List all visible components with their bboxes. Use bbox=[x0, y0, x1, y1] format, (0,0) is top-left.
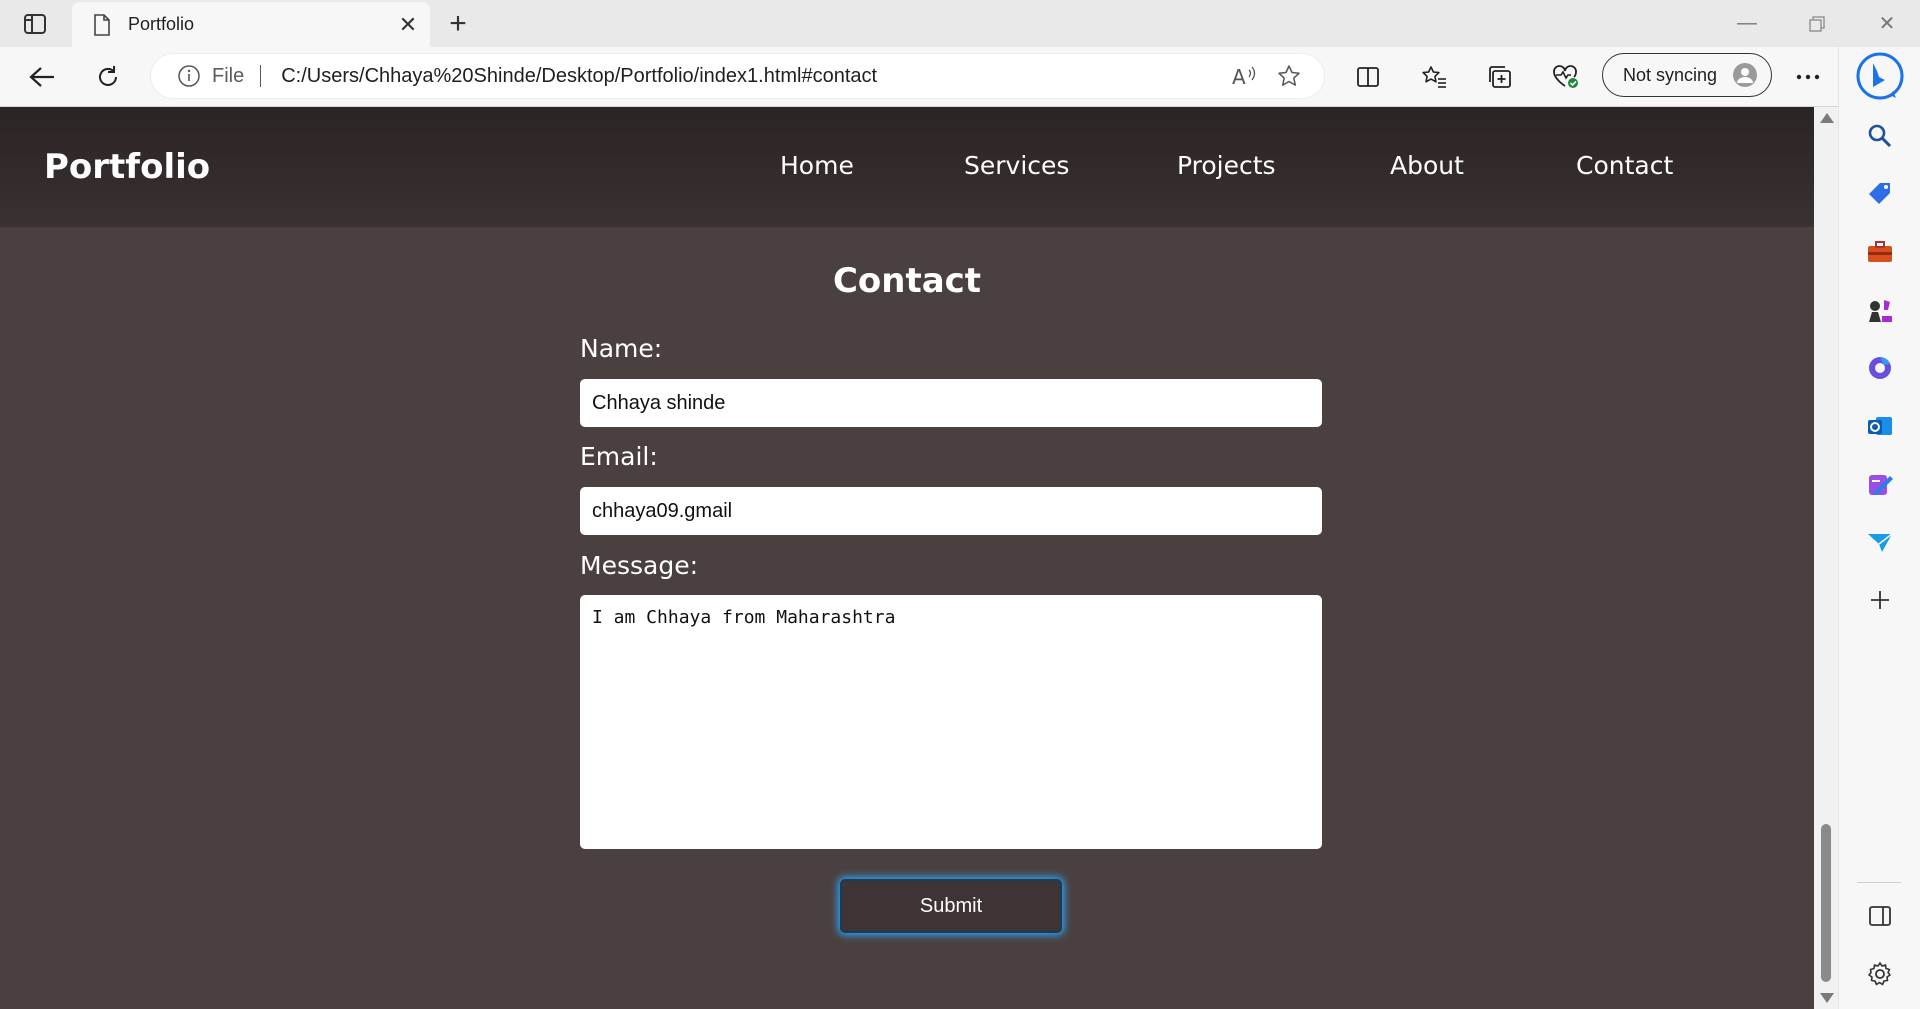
add-icon[interactable] bbox=[1861, 581, 1899, 619]
name-input[interactable]: Chhaya shinde bbox=[580, 379, 1322, 427]
tab-actions-icon[interactable] bbox=[14, 8, 56, 40]
tab-title: Portfolio bbox=[128, 14, 195, 34]
close-icon[interactable]: ✕ bbox=[392, 9, 424, 41]
submit-button[interactable]: Submit bbox=[840, 879, 1062, 933]
contact-heading: Contact bbox=[832, 261, 982, 301]
new-tab-icon[interactable]: + bbox=[440, 7, 476, 40]
site-logo[interactable]: Portfolio bbox=[44, 147, 210, 187]
edge-sidebar bbox=[1838, 47, 1920, 1009]
info-icon[interactable] bbox=[176, 63, 202, 89]
split-screen-icon[interactable] bbox=[1348, 57, 1388, 97]
restore-icon[interactable] bbox=[1782, 0, 1852, 47]
address-separator bbox=[260, 65, 262, 87]
browser-toolbar: File C:/Users/Chhaya%20Shinde/Desktop/Po… bbox=[0, 47, 1920, 107]
profile-sync-button[interactable]: Not syncing bbox=[1602, 53, 1772, 97]
settings-icon[interactable] bbox=[1861, 955, 1899, 993]
site-header: Portfolio Home Services Projects About C… bbox=[0, 107, 1814, 227]
email-label: Email: bbox=[580, 442, 658, 471]
message-textarea[interactable]: I am Chhaya from Maharashtra bbox=[580, 595, 1322, 849]
browser-tab[interactable]: Portfolio ✕ bbox=[72, 2, 430, 47]
bing-copilot-icon[interactable] bbox=[1855, 51, 1905, 101]
outlook-icon[interactable] bbox=[1861, 407, 1899, 445]
nav-projects[interactable]: Projects bbox=[1177, 151, 1276, 180]
games-icon[interactable] bbox=[1861, 291, 1899, 329]
scroll-up-arrow-icon[interactable] bbox=[1820, 113, 1834, 123]
sidebar-toggle-icon[interactable] bbox=[1861, 897, 1899, 935]
nav-services[interactable]: Services bbox=[964, 151, 1069, 180]
tools-icon[interactable] bbox=[1861, 233, 1899, 271]
sidebar-divider bbox=[1857, 882, 1901, 883]
back-arrow-icon[interactable] bbox=[22, 57, 62, 97]
nav-contact[interactable]: Contact bbox=[1576, 151, 1673, 180]
favorites-icon[interactable] bbox=[1414, 57, 1454, 97]
shopping-tag-icon[interactable] bbox=[1861, 175, 1899, 213]
drop-icon[interactable] bbox=[1861, 523, 1899, 561]
collections-icon[interactable] bbox=[1480, 57, 1520, 97]
page-icon bbox=[90, 13, 114, 37]
microsoft-365-icon[interactable] bbox=[1861, 349, 1899, 387]
svg-text:A: A bbox=[1232, 65, 1246, 87]
avatar bbox=[1733, 63, 1757, 87]
designer-icon[interactable] bbox=[1861, 465, 1899, 503]
tab-strip: Portfolio ✕ + — ✕ bbox=[0, 0, 1920, 47]
heart-pulse-icon[interactable] bbox=[1546, 57, 1586, 97]
email-input[interactable]: chhaya09.gmail bbox=[580, 487, 1322, 535]
more-icon[interactable] bbox=[1788, 57, 1828, 97]
nav-home[interactable]: Home bbox=[780, 151, 854, 180]
refresh-icon[interactable] bbox=[88, 57, 128, 97]
scheme-label: File bbox=[212, 64, 245, 87]
name-label: Name: bbox=[580, 334, 663, 363]
star-icon[interactable] bbox=[1267, 56, 1311, 96]
page-viewport: Portfolio Home Services Projects About C… bbox=[0, 107, 1814, 1009]
minimize-icon[interactable]: — bbox=[1712, 0, 1782, 47]
page-scrollbar[interactable] bbox=[1814, 107, 1838, 1009]
window-close-icon[interactable]: ✕ bbox=[1852, 0, 1920, 47]
scroll-thumb[interactable] bbox=[1821, 824, 1831, 982]
scroll-down-arrow-icon[interactable] bbox=[1820, 993, 1834, 1003]
search-icon[interactable] bbox=[1861, 117, 1899, 155]
url-text[interactable]: C:/Users/Chhaya%20Shinde/Desktop/Portfol… bbox=[281, 65, 1223, 88]
read-aloud-icon[interactable]: A bbox=[1223, 56, 1267, 96]
nav-about[interactable]: About bbox=[1390, 151, 1464, 180]
sync-label: Not syncing bbox=[1623, 64, 1718, 85]
message-label: Message: bbox=[580, 551, 698, 580]
address-bar[interactable]: File C:/Users/Chhaya%20Shinde/Desktop/Po… bbox=[150, 53, 1325, 99]
